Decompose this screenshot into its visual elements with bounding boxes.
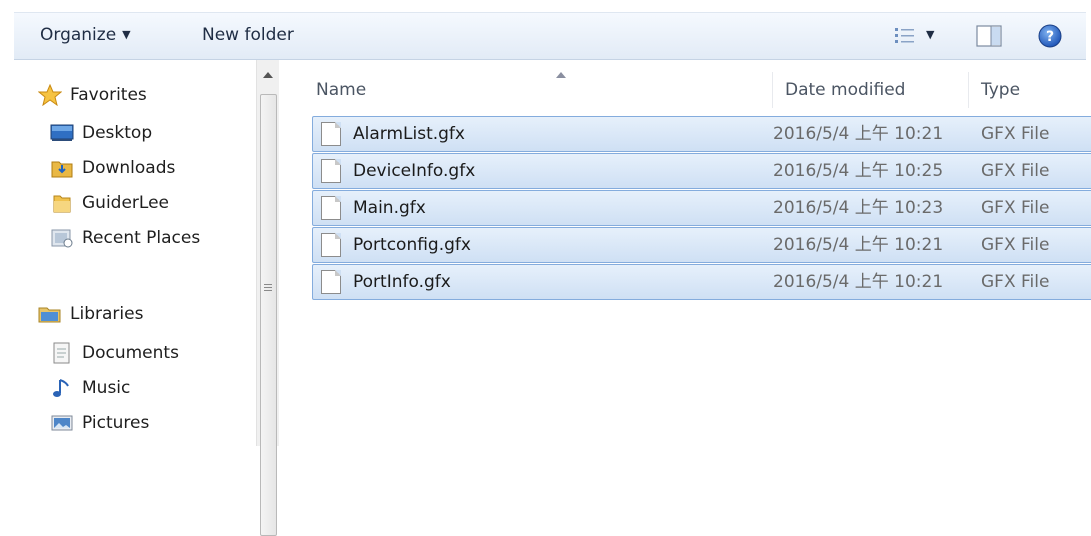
navigation-pane: Favorites Desktop Downloads GuiderLee Re… [14,60,272,446]
help-button[interactable]: ? [1034,13,1068,59]
nav-item-pictures-label: Pictures [82,413,150,433]
column-header-type[interactable]: Type [968,72,1081,108]
column-header-name[interactable]: Name [316,72,756,108]
column-header-date-modified[interactable]: Date modified [772,72,965,108]
nav-item-guiderlee-label: GuiderLee [82,193,170,213]
file-icon [321,196,341,220]
file-date: 2016/5/4 上午 10:21 [773,235,944,255]
file-row[interactable]: PortInfo.gfx 2016/5/4 上午 10:21 GFX File [312,264,1091,300]
nav-item-recent-places-label: Recent Places [82,228,201,248]
nav-item-pictures[interactable]: Pictures [50,408,149,438]
nav-item-downloads-label: Downloads [82,158,176,178]
sort-ascending-icon [556,72,566,78]
nav-item-desktop[interactable]: Desktop [50,118,152,148]
star-icon [37,83,63,107]
file-name: AlarmList.gfx [353,124,465,144]
file-date: 2016/5/4 上午 10:25 [773,161,944,181]
file-date: 2016/5/4 上午 10:21 [773,124,944,144]
organize-button[interactable]: Organize ▼ [40,13,131,59]
scrollbar-grip-icon [264,284,272,285]
file-type: GFX File [981,235,1050,255]
command-bar: Organize ▼ New folder ▼ ? [14,12,1086,60]
file-row[interactable]: Main.gfx 2016/5/4 上午 10:23 GFX File [312,190,1091,226]
nav-favorites-label: Favorites [70,85,147,105]
nav-item-music-label: Music [82,378,131,398]
nav-libraries-label: Libraries [70,304,144,324]
nav-item-documents[interactable]: Documents [50,338,179,368]
file-name: Portconfig.gfx [353,235,471,255]
nav-item-guiderlee[interactable]: GuiderLee [50,188,169,218]
nav-item-downloads[interactable]: Downloads [50,153,175,183]
file-type: GFX File [981,272,1050,292]
view-menu-chevron-icon: ▼ [926,28,935,41]
file-list-pane: Name Date modified Type AlarmList.gfx 20… [300,60,1091,446]
file-name: DeviceInfo.gfx [353,161,476,181]
column-header-name-label: Name [316,80,367,100]
file-type: GFX File [981,161,1050,181]
user-folder-icon [50,192,74,214]
file-icon [321,270,341,294]
file-icon [321,122,341,146]
file-type: GFX File [981,198,1050,218]
scroll-up-arrow-icon[interactable] [263,72,273,78]
libraries-icon [38,303,62,325]
new-folder-button[interactable]: New folder [202,13,294,59]
file-name: Main.gfx [353,198,426,218]
preview-pane-icon [976,25,1002,47]
file-date: 2016/5/4 上午 10:21 [773,272,944,292]
svg-text:?: ? [1046,29,1054,45]
nav-scrollbar[interactable] [256,60,279,536]
pictures-icon [50,412,74,434]
help-icon: ? [1038,24,1062,48]
nav-favorites[interactable]: Favorites [37,80,147,110]
file-type: GFX File [981,124,1050,144]
nav-item-desktop-label: Desktop [82,123,153,143]
scrollbar-thumb[interactable] [260,94,277,536]
file-row[interactable]: Portconfig.gfx 2016/5/4 上午 10:21 GFX Fil… [312,227,1091,263]
organize-label: Organize [40,25,117,45]
recent-places-icon [50,227,74,249]
desktop-icon [50,122,74,144]
nav-item-documents-label: Documents [82,343,179,363]
view-list-icon [895,28,914,43]
file-icon [321,233,341,257]
nav-item-recent-places[interactable]: Recent Places [50,223,200,253]
music-icon [50,377,74,399]
file-row[interactable]: AlarmList.gfx 2016/5/4 上午 10:21 GFX File [312,116,1091,152]
downloads-folder-icon [50,157,74,179]
file-date: 2016/5/4 上午 10:23 [773,198,944,218]
file-row[interactable]: DeviceInfo.gfx 2016/5/4 上午 10:25 GFX Fil… [312,153,1091,189]
change-view-button[interactable]: ▼ [890,13,950,59]
file-name: PortInfo.gfx [353,272,451,292]
nav-item-music[interactable]: Music [50,373,130,403]
chevron-down-icon: ▼ [122,28,131,41]
preview-pane-button[interactable] [976,13,1004,59]
nav-libraries[interactable]: Libraries [38,299,143,329]
documents-icon [50,342,74,364]
file-icon [321,159,341,183]
